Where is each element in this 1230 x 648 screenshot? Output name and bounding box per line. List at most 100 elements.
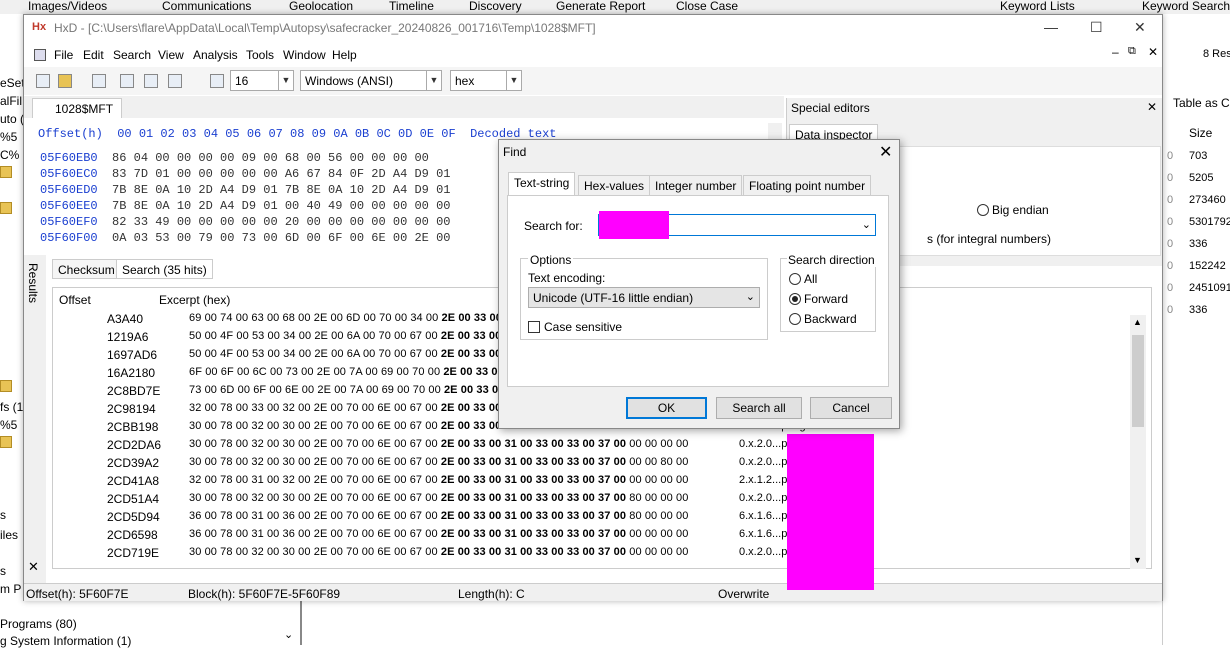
discovery-button[interactable]: Discovery bbox=[469, 0, 522, 13]
results-scrollbar[interactable]: ▲ ▼ bbox=[1130, 315, 1146, 569]
open-file-icon[interactable] bbox=[58, 74, 72, 88]
mdi-restore-icon[interactable]: ⧉ bbox=[1128, 45, 1136, 58]
tab-floating-point[interactable]: Floating point number bbox=[743, 175, 872, 196]
text-encoding-select[interactable]: Unicode (UTF-16 little endian) ⌄ bbox=[528, 287, 760, 308]
status-bar: Offset(h): 5F60F7E Block(h): 5F60F7E-5F6… bbox=[24, 583, 1162, 601]
table-as-csv-button[interactable]: Table as CS bbox=[1173, 96, 1230, 110]
menu-edit[interactable]: Edit bbox=[83, 48, 104, 62]
menu-help[interactable]: Help bbox=[332, 48, 357, 62]
close-icon[interactable]: ✕ bbox=[28, 559, 39, 575]
tree-item-system-info[interactable]: g System Information (1) bbox=[0, 634, 131, 648]
tree-item[interactable]: alFil bbox=[0, 94, 22, 108]
big-endian-radio[interactable] bbox=[977, 204, 989, 216]
tree-item[interactable]: C% bbox=[0, 148, 19, 162]
menu-search[interactable]: Search bbox=[113, 48, 151, 62]
tree-item[interactable]: %5 bbox=[0, 130, 17, 144]
print-icon[interactable] bbox=[120, 74, 134, 88]
tab-integer-number[interactable]: Integer number bbox=[649, 175, 743, 196]
excerpt-column-header[interactable]: Excerpt (hex) bbox=[159, 293, 230, 307]
result-excerpt: 32 00 78 00 31 00 32 00 2E 00 70 00 6E 0… bbox=[189, 474, 688, 486]
direction-backward-radio[interactable] bbox=[789, 313, 801, 325]
direction-forward-radio[interactable] bbox=[789, 293, 801, 305]
maximize-icon[interactable]: ☐ bbox=[1090, 19, 1103, 36]
result-offset: 2CD51A4 bbox=[107, 492, 160, 506]
keyword-search-button[interactable]: Keyword Search bbox=[1142, 0, 1230, 13]
zero-cell: 0 bbox=[1167, 216, 1174, 228]
hex-row[interactable]: 05F60EC0 83 7D 01 00 00 00 00 00 A6 67 8… bbox=[40, 167, 450, 181]
chevron-up-icon[interactable]: ▲ bbox=[1133, 317, 1142, 327]
bytes-per-row-select[interactable]: 16 ▼ bbox=[230, 70, 294, 91]
minimize-icon[interactable]: — bbox=[1044, 19, 1058, 35]
tree-item[interactable]: fs (1 bbox=[0, 400, 23, 414]
tree-item[interactable]: iles bbox=[0, 528, 18, 542]
tree-item[interactable]: m P bbox=[0, 582, 21, 596]
chevron-down-icon: ⌄ bbox=[745, 291, 755, 303]
file-tab[interactable]: 1028$MFT bbox=[32, 98, 123, 118]
images-videos-button[interactable]: Images/Videos bbox=[28, 0, 107, 13]
communications-button[interactable]: Communications bbox=[162, 0, 251, 13]
hex-row[interactable]: 05F60EB0 86 04 00 00 00 00 09 00 68 00 5… bbox=[40, 151, 429, 165]
chevron-down-icon[interactable]: ⌄ bbox=[862, 218, 871, 231]
excerpt-pre: 50 00 4F 00 53 00 34 00 2E 00 6A 00 70 0… bbox=[189, 348, 438, 360]
ram-icon[interactable] bbox=[168, 74, 182, 88]
tree-item[interactable]: s bbox=[0, 508, 6, 522]
tree-item[interactable]: s bbox=[0, 564, 6, 578]
timeline-button[interactable]: Timeline bbox=[389, 0, 434, 13]
cancel-button[interactable]: Cancel bbox=[810, 397, 892, 419]
search-all-button[interactable]: Search all bbox=[716, 397, 802, 419]
results-side-tab[interactable]: Results ✕ bbox=[24, 255, 46, 585]
tab-checksum[interactable]: Checksum bbox=[52, 259, 121, 279]
keyword-lists-button[interactable]: Keyword Lists bbox=[1000, 0, 1075, 13]
result-excerpt: 30 00 78 00 32 00 30 00 2E 00 70 00 6E 0… bbox=[189, 492, 688, 504]
table-row[interactable]: 2CD719E 30 00 78 00 32 00 30 00 2E 00 70 … bbox=[53, 544, 1151, 562]
tab-text-string[interactable]: Text-string bbox=[508, 172, 576, 196]
table-row[interactable]: 2CD5D94 36 00 78 00 31 00 36 00 2E 00 70 … bbox=[53, 508, 1151, 526]
hex-row[interactable]: 05F60ED0 7B 8E 0A 10 2D A4 D9 01 7B 8E 0… bbox=[40, 183, 450, 197]
direction-forward-label: Forward bbox=[804, 292, 849, 306]
mdi-minimize-icon[interactable]: – bbox=[1112, 45, 1119, 59]
tree-item[interactable]: %5 bbox=[0, 418, 17, 432]
mdi-close-icon[interactable]: ✕ bbox=[1148, 45, 1158, 59]
mode-select[interactable]: hex ▼ bbox=[450, 70, 522, 91]
table-row[interactable]: 2CD51A4 30 00 78 00 32 00 30 00 2E 00 70 … bbox=[53, 490, 1151, 508]
close-icon[interactable]: ✕ bbox=[1134, 19, 1146, 36]
tree-item[interactable]: uto ( bbox=[0, 112, 24, 126]
direction-all-radio[interactable] bbox=[789, 273, 801, 285]
tree-item[interactable]: eSet bbox=[0, 76, 24, 90]
offset-column-header[interactable]: Offset bbox=[59, 293, 91, 307]
columns-icon[interactable] bbox=[210, 74, 224, 88]
close-icon[interactable]: ✕ bbox=[879, 142, 892, 162]
chevron-down-icon[interactable]: ⌄ bbox=[284, 628, 293, 641]
table-row[interactable]: 2CD6598 36 00 78 00 31 00 36 00 2E 00 70 … bbox=[53, 526, 1151, 544]
hex-offset: 05F60EC0 bbox=[40, 167, 98, 181]
hex-row[interactable]: 05F60EF0 82 33 49 00 00 00 00 00 20 00 0… bbox=[40, 215, 450, 229]
save-icon[interactable] bbox=[92, 74, 106, 88]
scrollbar-thumb[interactable] bbox=[1132, 335, 1144, 427]
table-row[interactable]: 2CD41A8 32 00 78 00 31 00 32 00 2E 00 70 … bbox=[53, 472, 1151, 490]
menu-tools[interactable]: Tools bbox=[246, 48, 274, 62]
table-row[interactable]: 2CD2DA6 30 00 78 00 32 00 30 00 2E 00 70 … bbox=[53, 436, 1151, 454]
menu-file[interactable]: File bbox=[54, 48, 73, 62]
chevron-down-icon[interactable]: ▼ bbox=[1133, 555, 1142, 565]
close-case-button[interactable]: Close Case bbox=[676, 0, 738, 13]
ok-button[interactable]: OK bbox=[626, 397, 707, 419]
tree-item-programs[interactable]: Programs (80) bbox=[0, 617, 77, 631]
menu-view[interactable]: View bbox=[158, 48, 184, 62]
geolocation-button[interactable]: Geolocation bbox=[289, 0, 353, 13]
tab-hex-values[interactable]: Hex-values bbox=[578, 175, 651, 196]
menu-window[interactable]: Window bbox=[283, 48, 326, 62]
hex-row[interactable]: 05F60EE0 7B 8E 0A 10 2D A4 D9 01 00 40 4… bbox=[40, 199, 450, 213]
disk-icon[interactable] bbox=[144, 74, 158, 88]
menu-bar: File Edit Search View Analysis Tools Win… bbox=[24, 43, 1162, 65]
hex-row[interactable]: 05F60F00 0A 03 53 00 79 00 73 00 6D 00 6… bbox=[40, 231, 450, 245]
charset-select[interactable]: Windows (ANSI) ▼ bbox=[300, 70, 442, 91]
case-sensitive-checkbox[interactable] bbox=[528, 321, 540, 333]
close-icon[interactable]: ✕ bbox=[1147, 100, 1157, 114]
new-file-icon[interactable] bbox=[36, 74, 50, 88]
menu-analysis[interactable]: Analysis bbox=[193, 48, 238, 62]
tab-search-hits[interactable]: Search (35 hits) bbox=[116, 259, 213, 279]
search-for-input[interactable]: ⌄ bbox=[598, 211, 876, 239]
table-row[interactable]: 2CD39A2 30 00 78 00 32 00 30 00 2E 00 70 … bbox=[53, 454, 1151, 472]
generate-report-button[interactable]: Generate Report bbox=[556, 0, 645, 13]
size-column-header[interactable]: Size bbox=[1189, 126, 1212, 140]
